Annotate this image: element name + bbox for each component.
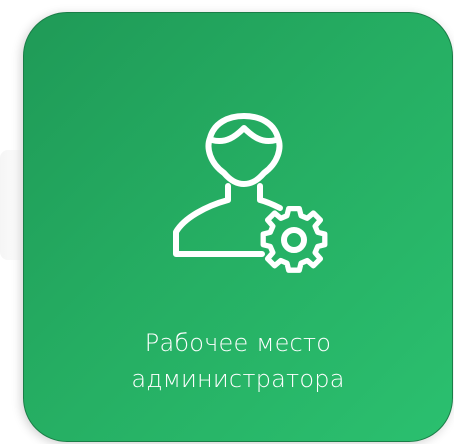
tile-label-line2: администратора: [131, 365, 345, 393]
tile-label: Рабочее место администратора: [24, 325, 452, 397]
tile-label-line1: Рабочее место: [144, 329, 332, 357]
user-gear-icon: [166, 108, 336, 283]
page: Рабочее место администратора: [0, 0, 454, 444]
admin-workplace-tile[interactable]: Рабочее место администратора: [23, 12, 453, 442]
